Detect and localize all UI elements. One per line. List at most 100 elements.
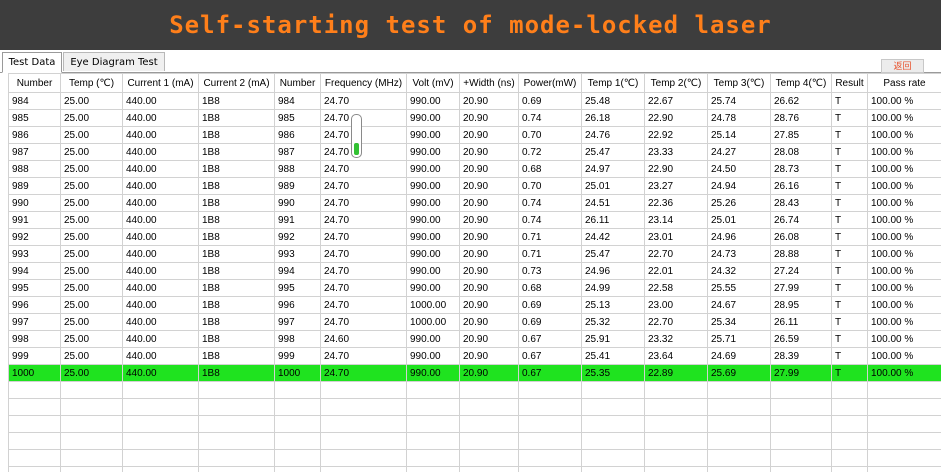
column-header[interactable]: Temp 3(℃) bbox=[707, 73, 771, 93]
column-header[interactable]: Current 1 (mA) bbox=[122, 73, 199, 93]
table-cell bbox=[867, 398, 941, 416]
table-cell bbox=[320, 432, 407, 450]
table-row[interactable]: 993 25.00 440.00 1B8 993 24.70 990.00 20.90 0.71… bbox=[8, 245, 941, 263]
tab-eye-diagram-test[interactable]: Eye Diagram Test bbox=[63, 52, 165, 71]
table-row[interactable]: 998 25.00 440.00 1B8 998 24.60 990.00 20.90 0.67… bbox=[8, 330, 941, 348]
table-row[interactable]: 1000 25.00 440.00 1B8 1000 24.70 990.00 20.90 0.… bbox=[8, 364, 941, 382]
table-cell: 993 bbox=[274, 245, 321, 263]
column-header[interactable]: Volt (mV) bbox=[406, 73, 460, 93]
table-cell: 22.90 bbox=[644, 109, 708, 127]
table-cell: 24.73 bbox=[707, 245, 771, 263]
column-header[interactable]: Temp 2(℃) bbox=[644, 73, 708, 93]
table-cell: T bbox=[831, 126, 868, 144]
column-header[interactable]: Number bbox=[8, 73, 61, 93]
return-button[interactable]: 返回 bbox=[881, 59, 924, 73]
table-cell: 100.00 % bbox=[867, 296, 941, 314]
test-data-grid[interactable]: Number Temp (℃) Current 1 (mA) Current 2 (m… bbox=[8, 73, 941, 472]
table-cell: 100.00 % bbox=[867, 160, 941, 178]
scrollbar-thumb[interactable] bbox=[354, 143, 359, 155]
table-cell bbox=[644, 415, 708, 433]
table-row[interactable]: 986 25.00 440.00 1B8 986 24.70 990.00 20.90 0.70… bbox=[8, 126, 941, 144]
table-cell: 440.00 bbox=[122, 143, 199, 161]
table-cell: 100.00 % bbox=[867, 143, 941, 161]
table-cell: 100.00 % bbox=[867, 126, 941, 144]
table-cell: 1B8 bbox=[198, 143, 275, 161]
table-cell: 100.00 % bbox=[867, 109, 941, 127]
table-cell: 998 bbox=[274, 330, 321, 348]
scrollbar[interactable] bbox=[351, 114, 362, 158]
table-row[interactable]: 987 25.00 440.00 1B8 987 24.70 990.00 20.90 0.72… bbox=[8, 143, 941, 161]
column-header[interactable]: Power(mW) bbox=[518, 73, 582, 93]
table-cell: 25.00 bbox=[60, 177, 123, 195]
column-header[interactable]: Temp 1(℃) bbox=[581, 73, 645, 93]
table-row[interactable]: 996 25.00 440.00 1B8 996 24.70 1000.00 20.90 0.6… bbox=[8, 296, 941, 314]
table-cell: 440.00 bbox=[122, 92, 199, 110]
table-cell bbox=[60, 449, 123, 467]
table-cell: 24.32 bbox=[707, 262, 771, 280]
column-header[interactable]: Temp (℃) bbox=[60, 73, 123, 93]
table-cell: T bbox=[831, 160, 868, 178]
table-cell: 25.47 bbox=[581, 143, 645, 161]
table-cell: 25.01 bbox=[581, 177, 645, 195]
table-row[interactable]: 988 25.00 440.00 1B8 988 24.70 990.00 20.90 0.68… bbox=[8, 160, 941, 178]
column-header[interactable]: Temp 4(℃) bbox=[770, 73, 832, 93]
table-row[interactable]: 990 25.00 440.00 1B8 990 24.70 990.00 20.90 0.74… bbox=[8, 194, 941, 212]
table-cell: 26.11 bbox=[770, 313, 832, 331]
table-row[interactable]: 999 25.00 440.00 1B8 999 24.70 990.00 20.90 0.67… bbox=[8, 347, 941, 365]
table-cell: 25.48 bbox=[581, 92, 645, 110]
table-cell: 1B8 bbox=[198, 211, 275, 229]
table-cell: 26.59 bbox=[770, 330, 832, 348]
table-row[interactable]: 995 25.00 440.00 1B8 995 24.70 990.00 20.90 0.68… bbox=[8, 279, 941, 297]
table-row[interactable]: 991 25.00 440.00 1B8 991 24.70 990.00 20.90 0.74… bbox=[8, 211, 941, 229]
table-cell: T bbox=[831, 92, 868, 110]
table-cell: 440.00 bbox=[122, 177, 199, 195]
table-cell: 24.96 bbox=[707, 228, 771, 246]
table-cell bbox=[644, 398, 708, 416]
table-cell: 1B8 bbox=[198, 313, 275, 331]
column-header[interactable]: Frequency (MHz) bbox=[320, 73, 407, 93]
table-cell: 24.27 bbox=[707, 143, 771, 161]
table-cell: 22.36 bbox=[644, 194, 708, 212]
table-row[interactable]: 989 25.00 440.00 1B8 989 24.70 990.00 20.90 0.70… bbox=[8, 177, 941, 195]
table-cell: 24.76 bbox=[581, 126, 645, 144]
column-header[interactable]: Current 2 (mA) bbox=[198, 73, 275, 93]
table-cell: 20.90 bbox=[459, 194, 519, 212]
table-cell: 994 bbox=[274, 262, 321, 280]
table-row[interactable]: 994 25.00 440.00 1B8 994 24.70 990.00 20.90 0.73… bbox=[8, 262, 941, 280]
table-cell: 24.78 bbox=[707, 109, 771, 127]
table-cell: 440.00 bbox=[122, 347, 199, 365]
table-cell: 26.08 bbox=[770, 228, 832, 246]
table-cell: 20.90 bbox=[459, 109, 519, 127]
table-cell: 992 bbox=[274, 228, 321, 246]
table-cell bbox=[831, 415, 868, 433]
table-cell: 24.70 bbox=[320, 194, 407, 212]
column-header[interactable]: +Width (ns) bbox=[459, 73, 519, 93]
table-cell bbox=[406, 432, 460, 450]
column-header[interactable]: Number bbox=[274, 73, 321, 93]
table-row[interactable]: 984 25.00 440.00 1B8 984 24.70 990.00 20.90 0.69… bbox=[8, 92, 941, 110]
table-cell bbox=[770, 381, 832, 399]
table-cell: 23.27 bbox=[644, 177, 708, 195]
table-cell: 990.00 bbox=[406, 126, 460, 144]
table-row[interactable]: 992 25.00 440.00 1B8 992 24.70 990.00 20.90 0.71… bbox=[8, 228, 941, 246]
table-cell: 990.00 bbox=[406, 177, 460, 195]
tab-test-data[interactable]: Test Data bbox=[2, 52, 62, 73]
table-cell bbox=[518, 398, 582, 416]
table-cell: 990.00 bbox=[406, 279, 460, 297]
table-cell: 990 bbox=[274, 194, 321, 212]
table-cell bbox=[518, 449, 582, 467]
table-cell bbox=[644, 381, 708, 399]
column-header[interactable]: Result bbox=[831, 73, 868, 93]
table-cell: 100.00 % bbox=[867, 330, 941, 348]
column-header[interactable]: Pass rate bbox=[867, 73, 941, 93]
table-row[interactable]: 985 25.00 440.00 1B8 985 24.70 990.00 20.90 0.74… bbox=[8, 109, 941, 127]
table-cell bbox=[60, 432, 123, 450]
table-cell: 1000.00 bbox=[406, 296, 460, 314]
table-cell bbox=[459, 466, 519, 472]
table-cell bbox=[707, 449, 771, 467]
table-cell bbox=[831, 381, 868, 399]
table-row[interactable]: 997 25.00 440.00 1B8 997 24.70 1000.00 20.90 0.6… bbox=[8, 313, 941, 331]
table-cell bbox=[707, 466, 771, 472]
table-cell: 100.00 % bbox=[867, 211, 941, 229]
table-cell: 1B8 bbox=[198, 160, 275, 178]
